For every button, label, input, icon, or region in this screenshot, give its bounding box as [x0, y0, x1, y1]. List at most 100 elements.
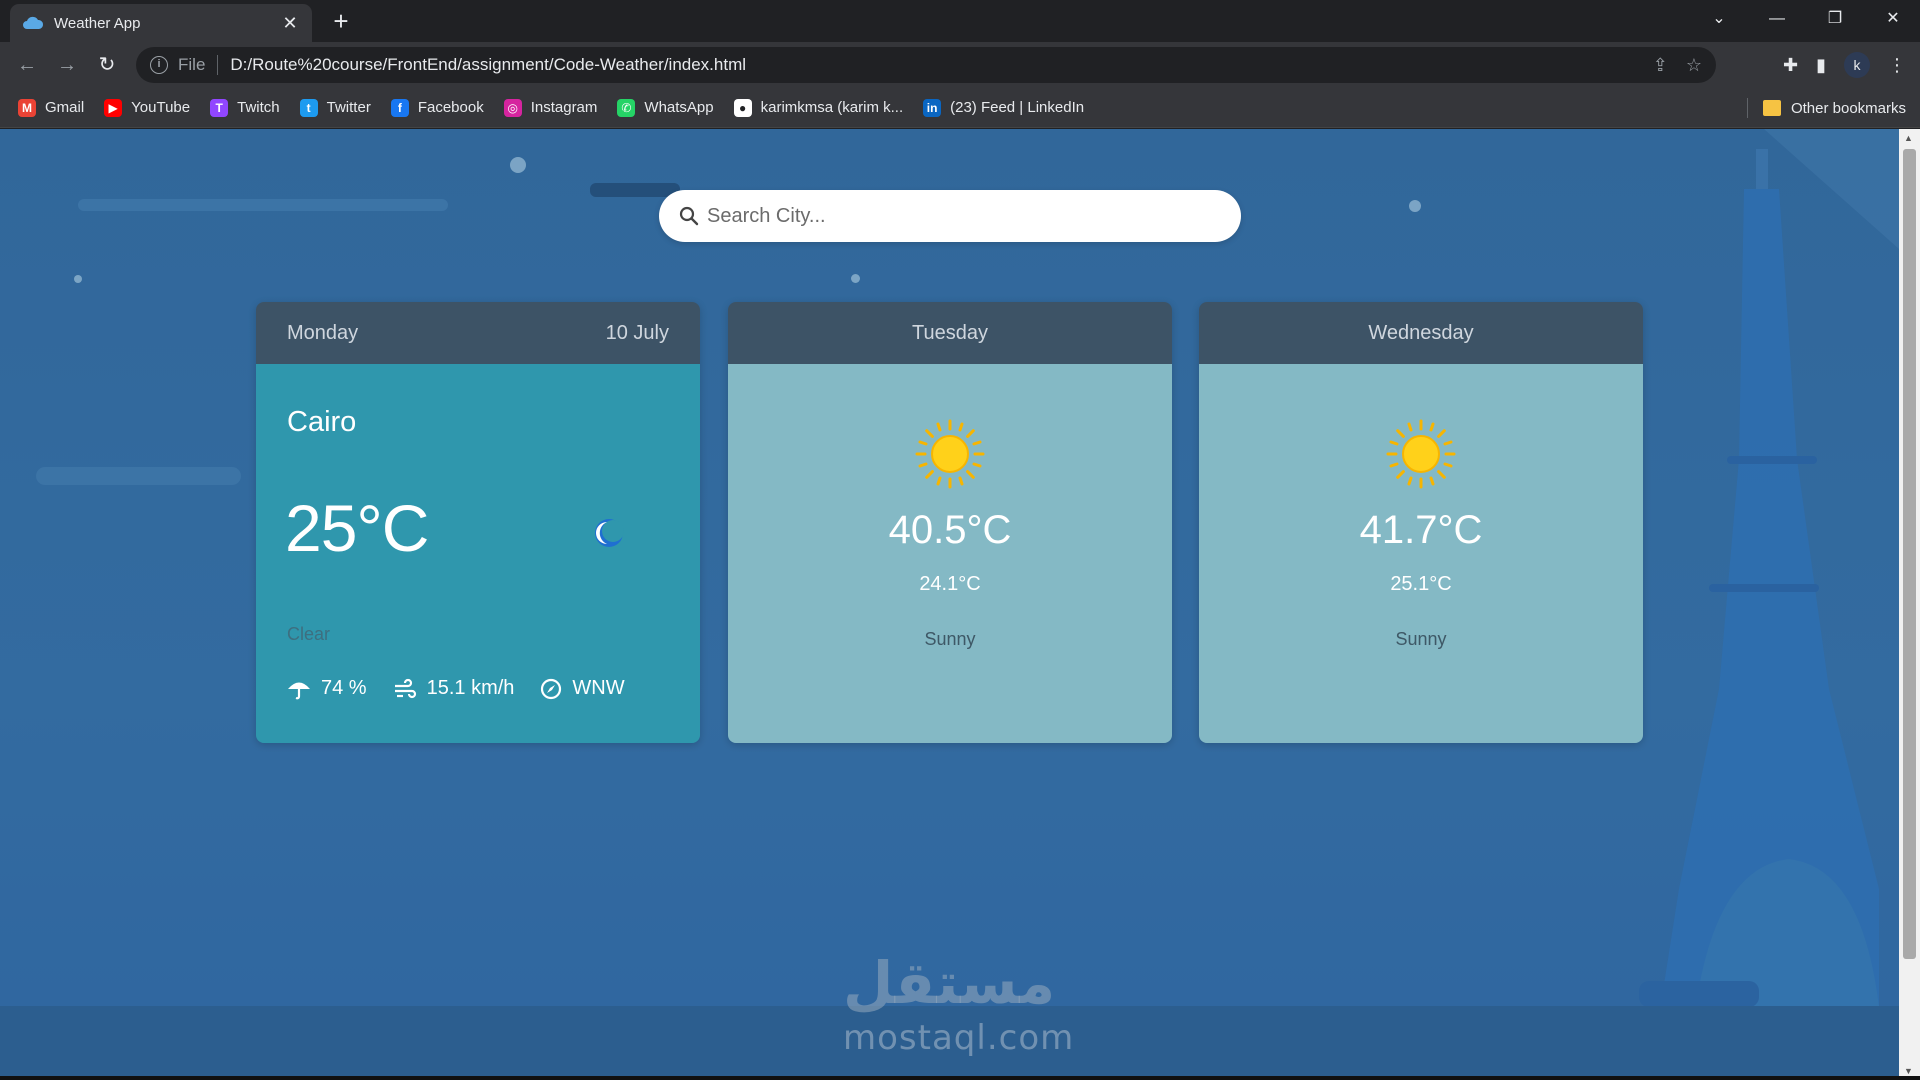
share-icon[interactable]: ⇪ [1653, 55, 1668, 76]
whatsapp-icon: ✆ [617, 98, 636, 117]
bookmark-label: WhatsApp [644, 99, 714, 116]
bookmarks-separator [1747, 98, 1748, 118]
umbrella-icon [288, 682, 310, 699]
forecast-max-temp: 40.5°C [888, 508, 1012, 552]
forecast-card-body: 40.5°C 24.1°C Sunny [728, 364, 1172, 743]
url-separator [217, 55, 219, 75]
forecast-min-temp: 25.1°C [1390, 573, 1452, 595]
bookmark-star-icon[interactable]: ☆ [1686, 55, 1702, 76]
forecast-card-header: Wednesday [1199, 302, 1643, 364]
decor-streak [590, 183, 680, 197]
other-bookmarks[interactable]: Other bookmarks [1762, 88, 1906, 128]
forecast-min-temp: 24.1°C [919, 573, 981, 595]
instagram-icon: ◎ [503, 98, 522, 117]
search-input[interactable] [707, 204, 1207, 228]
humidity-stat: 74 % [287, 677, 367, 700]
today-date: 10 July [605, 321, 669, 344]
new-tab-button[interactable]: + [326, 6, 356, 36]
decor-streak [36, 467, 241, 485]
youtube-icon: ▶ [104, 98, 123, 117]
close-tab-icon[interactable]: ✕ [280, 13, 300, 34]
scrollbar-thumb[interactable] [1903, 149, 1916, 959]
bookmark-item[interactable]: ◎ Instagram [503, 98, 598, 117]
bookmark-label: karimkmsa (karim k... [760, 99, 904, 116]
bookmark-label: Twitter [326, 99, 371, 116]
bookmark-item[interactable]: in (23) Feed | LinkedIn [923, 98, 1085, 117]
wind-direction-value: WNW [572, 677, 625, 699]
forecast-card-body: 41.7°C 25.1°C Sunny [1199, 364, 1643, 743]
facebook-icon: f [390, 98, 409, 117]
bookmark-item[interactable]: f Facebook [390, 98, 484, 117]
linkedin-icon: in [923, 98, 942, 117]
today-card-body: Cairo 25°C Clear 74 % 15.1 km/h WNW [256, 364, 700, 743]
watermark-latin: mostaql.com [843, 1018, 1075, 1058]
bookmark-label: Instagram [530, 99, 598, 116]
close-window-button[interactable]: ✕ [1864, 0, 1920, 38]
browser-tab[interactable]: Weather App ✕ [10, 4, 312, 42]
tab-search-icon[interactable]: ⌄ [1690, 0, 1748, 38]
side-panel-icon[interactable]: ▮ [1816, 55, 1826, 76]
cloud-icon [23, 16, 44, 29]
sun-icon [915, 419, 985, 489]
forecast-condition: Sunny [924, 629, 976, 649]
compass-icon [541, 678, 562, 699]
folder-icon [1762, 100, 1781, 116]
bookmark-item[interactable]: M Gmail [18, 98, 85, 117]
minimize-button[interactable]: — [1748, 0, 1806, 38]
forward-button[interactable]: → [52, 50, 82, 80]
window-bottom-edge [0, 1076, 1920, 1080]
today-day: Monday [287, 321, 359, 344]
browser-titlebar: Weather App ✕ + ⌄ — ❐ ✕ [0, 0, 1920, 42]
toolbar-actions: ✚ ▮ k ⋮ [1783, 50, 1906, 80]
bookmark-item[interactable]: T Twitch [210, 98, 280, 117]
window-controls: ⌄ — ❐ ✕ [1690, 0, 1920, 38]
tab-title: Weather App [54, 14, 141, 32]
wind-speed-value: 15.1 km/h [426, 677, 515, 699]
current-condition: Clear [287, 624, 331, 644]
bookmark-item[interactable]: ▶ YouTube [104, 98, 191, 117]
sun-icon [1386, 419, 1456, 489]
weather-page: Monday 10 July Cairo 25°C Clear 74 % [0, 129, 1899, 1080]
page-scrollbar[interactable]: ▲ ▼ [1899, 129, 1920, 1080]
bookmarks-bar: M Gmail ▶ YouTube T Twitch t Twitter f Facebook ◎ I… [0, 88, 1920, 128]
bookmark-label: Gmail [45, 99, 85, 116]
decor-streak [78, 199, 448, 211]
back-button[interactable]: ← [12, 50, 42, 80]
scroll-down-arrow-icon[interactable]: ▼ [1904, 1066, 1913, 1076]
wind-speed-stat: 15.1 km/h [393, 677, 515, 700]
reload-button[interactable]: ↻ [92, 50, 122, 80]
info-icon[interactable]: i [150, 56, 168, 74]
browser-toolbar: ← → ↻ i File D:/Route%20course/FrontEnd/… [0, 42, 1920, 88]
bookmark-label: YouTube [131, 99, 191, 116]
search-box[interactable] [659, 190, 1241, 242]
bookmark-item[interactable]: t Twitter [299, 98, 371, 117]
menu-icon[interactable]: ⋮ [1888, 55, 1906, 76]
decor-dot [1409, 200, 1421, 212]
forecast-day: Wednesday [1368, 321, 1474, 344]
bookmark-item[interactable]: ● karimkmsa (karim k... [733, 98, 904, 117]
forecast-max-temp: 41.7°C [1359, 508, 1483, 552]
restore-button[interactable]: ❐ [1806, 0, 1864, 38]
wind-direction-stat: WNW [540, 677, 625, 700]
bookmark-label: Twitch [237, 99, 280, 116]
omnibox-actions: ⇪ ☆ [1653, 47, 1702, 83]
forecast-card-header: Tuesday [728, 302, 1172, 364]
forecast-day: Tuesday [912, 321, 988, 344]
forecast-card: Wednesday 41.7°C 25.1°C Sunny [1199, 302, 1643, 743]
url-text[interactable]: D:/Route%20course/FrontEnd/assignment/Co… [230, 55, 746, 75]
other-bookmarks-label: Other bookmarks [1790, 99, 1906, 117]
decor-dot [74, 275, 82, 283]
forecast-condition: Sunny [1395, 629, 1447, 649]
bookmark-label: (23) Feed | LinkedIn [950, 99, 1085, 116]
address-bar[interactable]: i File D:/Route%20course/FrontEnd/assign… [136, 47, 1716, 83]
github-icon: ● [733, 98, 752, 117]
gmail-icon: M [18, 98, 36, 117]
decor-dot [510, 157, 526, 173]
bookmark-item[interactable]: ✆ WhatsApp [617, 98, 714, 117]
extensions-icon[interactable]: ✚ [1783, 55, 1798, 76]
twitter-icon: t [299, 98, 318, 117]
current-temperature: 25°C [285, 491, 429, 565]
profile-avatar[interactable]: k [1844, 52, 1870, 78]
scroll-up-arrow-icon[interactable]: ▲ [1904, 133, 1913, 143]
city-name: Cairo [287, 406, 357, 438]
